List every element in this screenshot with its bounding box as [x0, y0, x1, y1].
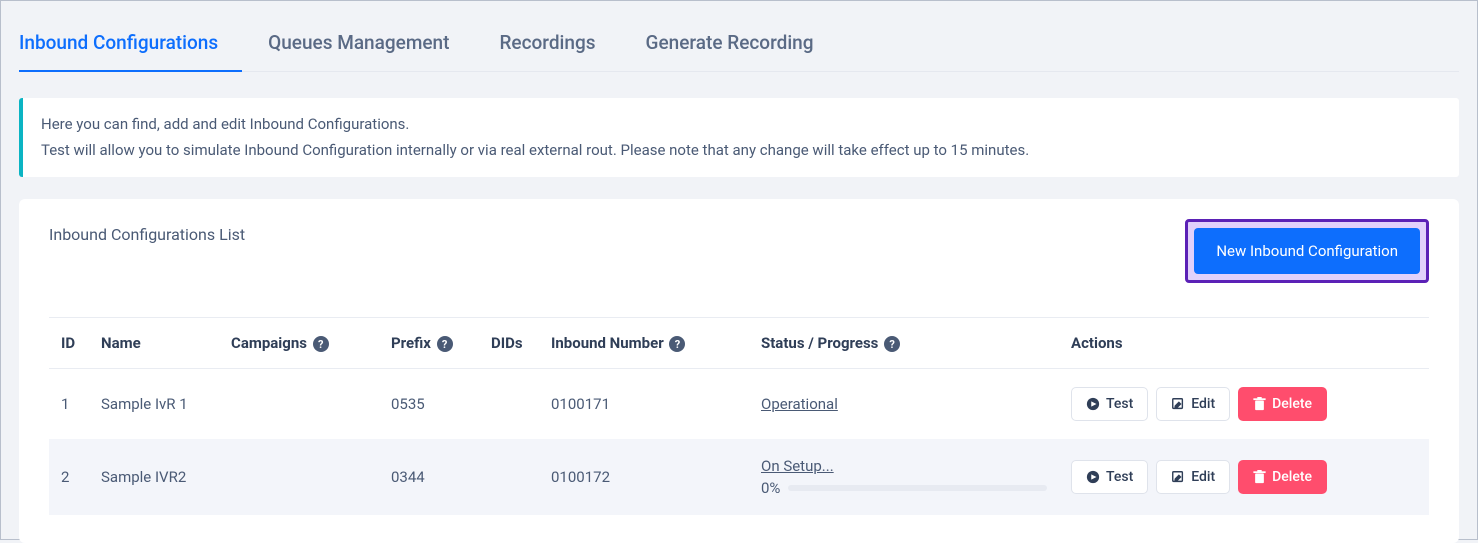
col-id: ID [49, 318, 89, 369]
cell-campaigns [219, 369, 379, 440]
col-prefix-label: Prefix [391, 334, 431, 352]
cell-name: Sample IVR2 [89, 439, 219, 515]
tabs-bar: Inbound Configurations Queues Management… [19, 19, 1459, 72]
tab-recordings[interactable]: Recordings [499, 19, 619, 71]
delete-button-label: Delete [1272, 396, 1312, 412]
col-status: Status / Progress ? [749, 318, 1059, 369]
cell-status: On Setup... 0% [749, 439, 1059, 515]
pencil-square-icon [1171, 470, 1185, 484]
col-name: Name [89, 318, 219, 369]
cell-actions: Test Edit Delete [1059, 369, 1429, 440]
play-circle-icon [1086, 397, 1100, 411]
cell-actions: Test Edit Delete [1059, 439, 1429, 515]
col-actions: Actions [1059, 318, 1429, 369]
cell-prefix: 0344 [379, 439, 479, 515]
cell-name: Sample IvR 1 [89, 369, 219, 440]
cell-dids [479, 369, 539, 440]
question-circle-icon[interactable]: ? [884, 336, 900, 352]
progress-percent: 0% [761, 479, 780, 497]
delete-button[interactable]: Delete [1238, 460, 1327, 494]
edit-button[interactable]: Edit [1156, 387, 1230, 421]
cell-inbound-number: 0100172 [539, 439, 749, 515]
new-button-highlight: New Inbound Configuration [1185, 219, 1429, 283]
cell-dids [479, 439, 539, 515]
question-circle-icon[interactable]: ? [313, 336, 329, 352]
panel-title: Inbound Configurations List [49, 219, 245, 244]
trash-icon [1253, 397, 1266, 411]
info-line-1: Here you can find, add and edit Inbound … [41, 112, 1441, 138]
configurations-table: ID Name Campaigns ? Prefix ? DIDs Inboun… [49, 317, 1429, 515]
edit-button[interactable]: Edit [1156, 460, 1230, 494]
col-dids: DIDs [479, 318, 539, 369]
new-inbound-configuration-button[interactable]: New Inbound Configuration [1194, 228, 1420, 274]
status-link[interactable]: Operational [761, 395, 838, 413]
col-status-label: Status / Progress [761, 334, 878, 352]
test-button-label: Test [1106, 469, 1133, 485]
info-line-2: Test will allow you to simulate Inbound … [41, 138, 1441, 164]
panel-header: Inbound Configurations List New Inbound … [49, 219, 1429, 283]
progress-bar [788, 485, 1047, 491]
question-circle-icon[interactable]: ? [669, 336, 685, 352]
cell-status: Operational [749, 369, 1059, 440]
test-button-label: Test [1106, 396, 1133, 412]
col-prefix: Prefix ? [379, 318, 479, 369]
test-button[interactable]: Test [1071, 387, 1148, 421]
delete-button-label: Delete [1272, 469, 1312, 485]
table-row: 2 Sample IVR2 0344 0100172 On Setup... 0… [49, 439, 1429, 515]
table-row: 1 Sample IvR 1 0535 0100171 Operational [49, 369, 1429, 440]
question-circle-icon[interactable]: ? [437, 336, 453, 352]
list-panel: Inbound Configurations List New Inbound … [19, 199, 1459, 543]
pencil-square-icon [1171, 397, 1185, 411]
trash-icon [1253, 470, 1266, 484]
info-banner: Here you can find, add and edit Inbound … [19, 98, 1459, 177]
edit-button-label: Edit [1191, 469, 1215, 485]
cell-inbound-number: 0100171 [539, 369, 749, 440]
cell-campaigns [219, 439, 379, 515]
play-circle-icon [1086, 470, 1100, 484]
col-inbound-number: Inbound Number ? [539, 318, 749, 369]
test-button[interactable]: Test [1071, 460, 1148, 494]
tab-queues-management[interactable]: Queues Management [268, 19, 473, 71]
status-link[interactable]: On Setup... [761, 457, 834, 475]
col-campaigns: Campaigns ? [219, 318, 379, 369]
cell-id: 2 [49, 439, 89, 515]
cell-id: 1 [49, 369, 89, 440]
delete-button[interactable]: Delete [1238, 387, 1327, 421]
table-header-row: ID Name Campaigns ? Prefix ? DIDs Inboun… [49, 318, 1429, 369]
tab-inbound-configurations[interactable]: Inbound Configurations [19, 19, 242, 72]
tab-generate-recording[interactable]: Generate Recording [646, 19, 838, 71]
col-campaigns-label: Campaigns [231, 334, 307, 352]
edit-button-label: Edit [1191, 396, 1215, 412]
col-inbound-number-label: Inbound Number [551, 334, 664, 352]
cell-prefix: 0535 [379, 369, 479, 440]
